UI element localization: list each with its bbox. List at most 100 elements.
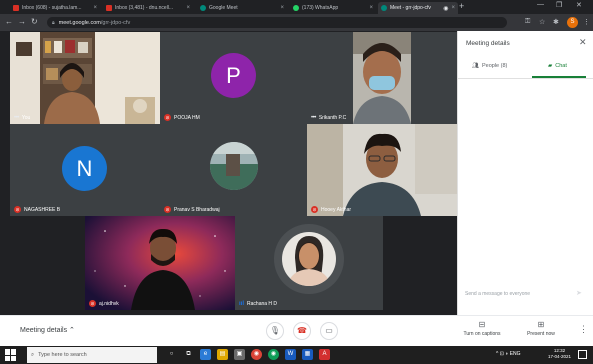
outlook-icon[interactable]: ▦ xyxy=(302,349,313,360)
chevron-up-icon: ⌃ xyxy=(69,327,75,334)
video-grid: ••• You P ⊘ POOJA HM ••• Srikanth P.C N … xyxy=(0,31,457,315)
chrome-profile-icon[interactable]: ◉ xyxy=(268,349,279,360)
extensions-icon[interactable]: ✱ xyxy=(553,18,559,26)
close-panel-icon[interactable]: ✕ xyxy=(579,37,587,48)
close-window-icon[interactable]: ✕ xyxy=(576,1,582,9)
cortana-icon[interactable]: ○ xyxy=(166,349,177,360)
participant-tile-hooey[interactable]: ⊘ Hooey Akthar xyxy=(307,124,457,216)
participant-name: ⊘ NAGASHREE B xyxy=(14,206,60,213)
minimize-icon[interactable]: — xyxy=(537,1,544,8)
tab-gmail-2[interactable]: Inbox (3,481) - dnu.ncell... × xyxy=(103,2,193,14)
gmail-icon xyxy=(13,5,19,11)
gmail-icon xyxy=(106,5,112,11)
word-icon[interactable]: W xyxy=(285,349,296,360)
address-bar[interactable]: 🔒︎ meet.google.com /grr-jdpo-cfv xyxy=(47,17,507,28)
close-tab-icon[interactable]: × xyxy=(451,5,455,11)
tab-people[interactable]: 👥︎ People (8) xyxy=(472,63,507,69)
maximize-icon[interactable]: ❐ xyxy=(556,1,562,9)
new-tab-button[interactable]: + xyxy=(459,1,464,11)
participant-name: ••• Srikanth P.C xyxy=(311,115,346,121)
tab-title: Meet - grr-jdpo-cfv xyxy=(390,5,431,11)
notification-center-icon[interactable] xyxy=(578,350,587,359)
mic-muted-icon: ⊘ xyxy=(311,206,318,213)
url-path: /grr-jdpo-cfv xyxy=(100,19,131,26)
present-now-button[interactable]: ⊞ Present now xyxy=(519,320,563,337)
store-icon[interactable]: ▣ xyxy=(234,349,245,360)
participant-label: aj.nidhvk xyxy=(99,300,119,307)
back-arrow-icon[interactable]: ← xyxy=(5,17,13,26)
browser-tab-strip: Inbox (608) - sujatha.lam... × Inbox (3,… xyxy=(0,0,593,14)
edge-icon[interactable]: e xyxy=(200,349,211,360)
profile-avatar[interactable]: S xyxy=(567,17,578,28)
tab-title: Google Meet xyxy=(209,5,238,11)
tab-chat[interactable]: ▰ Chat xyxy=(548,63,567,69)
forward-arrow-icon[interactable]: → xyxy=(18,17,26,26)
captions-label: Turn on captions xyxy=(463,331,501,337)
participant-label: You xyxy=(21,115,31,121)
close-tab-icon[interactable]: × xyxy=(369,5,373,11)
taskbar-search-input[interactable]: ⌕ Type here to search xyxy=(27,347,157,363)
browser-toolbar: ← → ↻ 🔒︎ meet.google.com /grr-jdpo-cfv ⚿… xyxy=(0,14,593,31)
taskbar-clock[interactable]: 12:32 17-04-2021 xyxy=(548,348,571,360)
participant-tile-you[interactable]: ••• You xyxy=(10,32,160,124)
tab-google-meet[interactable]: Google Meet × xyxy=(197,2,287,14)
windows-start-icon[interactable] xyxy=(5,349,17,361)
hooey-video-feed xyxy=(307,124,457,216)
mic-muted-icon: ⊘ xyxy=(164,206,171,213)
close-tab-icon[interactable]: × xyxy=(186,5,190,11)
participant-tile-srikanth[interactable]: ••• Srikanth P.C xyxy=(307,32,457,124)
microphone-button[interactable]: 🎙︎ xyxy=(266,322,284,340)
clock-date: 17-04-2021 xyxy=(548,354,572,359)
mic-muted-icon: ⊘ xyxy=(164,114,171,121)
url-host: meet.google.com xyxy=(58,19,101,26)
pranav-profile-photo xyxy=(210,142,258,190)
tab-title: Inbox (608) - sujatha.lam... xyxy=(22,5,82,11)
camera-button[interactable]: ▭ xyxy=(320,322,338,340)
participant-tile-nagashree[interactable]: N ⊘ NAGASHREE B xyxy=(10,124,160,216)
windows-taskbar: ⌕ Type here to search ○ ⧉ e ▤ ▣ ◉ ◉ W ▦ … xyxy=(0,346,593,364)
tab-whatsapp[interactable]: (173) WhatsApp × xyxy=(290,2,376,14)
star-icon[interactable]: ☆ xyxy=(539,18,545,26)
tab-gmail-1[interactable]: Inbox (608) - sujatha.lam... × xyxy=(10,2,100,14)
menu-dots-icon[interactable]: ⋮ xyxy=(583,18,590,26)
chat-message-input[interactable]: Send a message to everyone xyxy=(465,291,570,297)
avatar-nagashree: N xyxy=(62,146,107,191)
meeting-details-toggle[interactable]: Meeting details ⌃ xyxy=(20,326,75,334)
more-options-icon[interactable]: ⋮ xyxy=(579,324,588,335)
tab-meet-active[interactable]: Meet - grr-jdpo-cfv ◉ × xyxy=(378,2,458,14)
captions-icon: ⊟ xyxy=(478,320,486,329)
chat-icon: ▰ xyxy=(548,63,553,69)
captions-button[interactable]: ⊟ Turn on captions xyxy=(460,320,504,337)
meet-icon xyxy=(381,5,387,11)
rachana-profile-photo xyxy=(274,224,344,294)
present-label: Present now xyxy=(527,331,555,337)
participant-name: ••• You xyxy=(14,115,30,121)
search-icon: ⌕ xyxy=(31,351,35,358)
tab-audio-icon[interactable]: ◉ xyxy=(443,5,448,12)
participant-label: POOJA HM xyxy=(174,114,200,121)
chrome-icon[interactable]: ◉ xyxy=(251,349,262,360)
participant-label: Rachana H D xyxy=(247,301,278,307)
task-view-icon[interactable]: ⧉ xyxy=(183,349,194,360)
participant-name: ⊘ POOJA HM xyxy=(164,114,200,121)
system-tray[interactable]: ^ ⊡ ◗ ENG xyxy=(496,351,521,357)
file-explorer-icon[interactable]: ▤ xyxy=(217,349,228,360)
participant-tile-rachana[interactable]: ııl Rachana H D xyxy=(235,216,383,310)
close-tab-icon[interactable]: × xyxy=(280,5,284,11)
more-options-icon[interactable]: ••• xyxy=(14,115,19,121)
participant-label: NAGASHREE B xyxy=(24,206,61,213)
participant-tile-aj[interactable]: ⊘ aj.nidhvk xyxy=(85,216,235,310)
participant-tile-pooja[interactable]: P ⊘ POOJA HM xyxy=(160,32,307,124)
reload-icon[interactable]: ↻ xyxy=(31,17,38,26)
participant-tile-pranav[interactable]: ⊘ Pranav S Bharadwaj xyxy=(160,124,307,216)
tab-chat-label: Chat xyxy=(555,63,567,69)
close-tab-icon[interactable]: × xyxy=(93,5,97,11)
search-placeholder: Type here to search xyxy=(38,352,87,358)
key-icon[interactable]: ⚿ xyxy=(525,18,530,26)
leave-call-button[interactable]: ☎︎ xyxy=(293,322,311,340)
send-icon[interactable]: ➤ xyxy=(576,289,582,297)
meeting-details-label: Meeting details xyxy=(20,327,68,334)
acrobat-icon[interactable]: A xyxy=(319,349,330,360)
tab-title: Inbox (3,481) - dnu.ncell... xyxy=(115,5,174,11)
avatar-pooja: P xyxy=(211,53,256,98)
